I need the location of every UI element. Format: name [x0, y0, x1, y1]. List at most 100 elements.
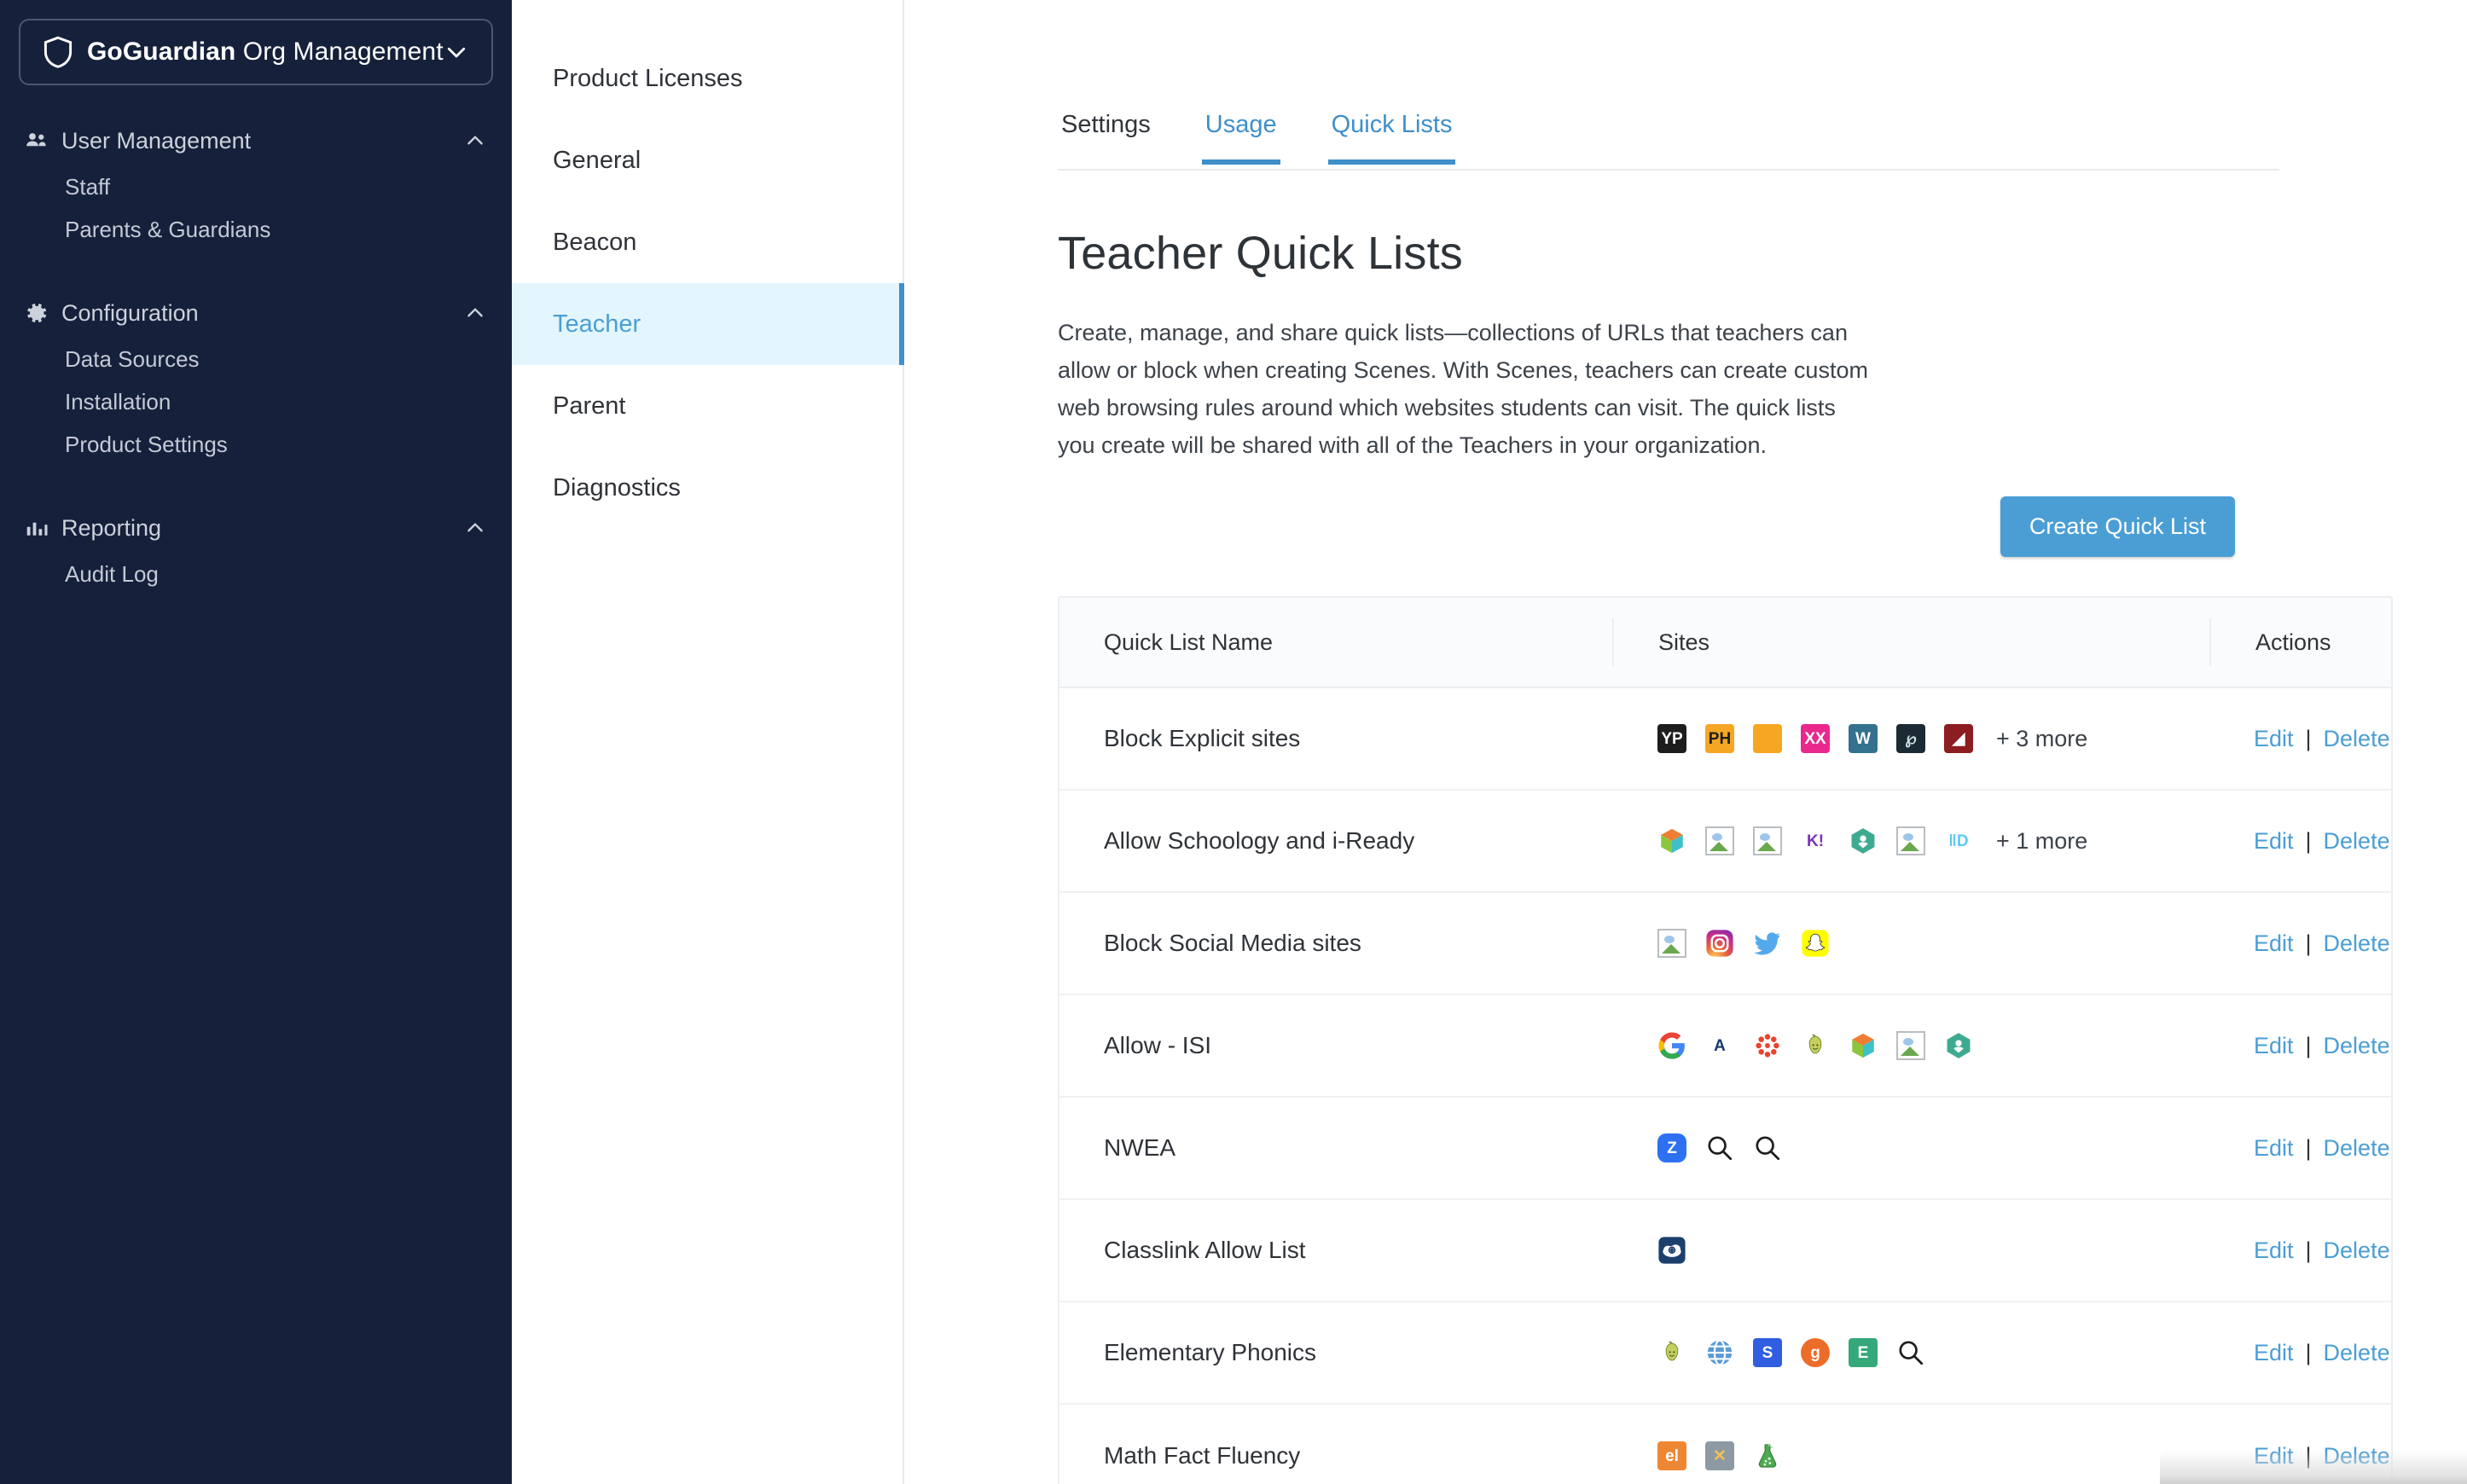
- sidebar-item-audit-log[interactable]: Audit Log: [0, 553, 512, 595]
- table-row: Block Explicit sites YP PH XX W ℘ ◢ + 3 more Edi…: [1059, 688, 2391, 791]
- sites-cell: [1612, 892, 2209, 994]
- quick-list-name-cell: Block Social Media sites: [1104, 930, 1361, 956]
- sidebar-item-installation[interactable]: Installation: [0, 380, 512, 423]
- subnav-item-product-licenses[interactable]: Product Licenses: [512, 38, 903, 119]
- sidebar-group-spacer: [0, 263, 512, 288]
- action-separator: |: [2305, 1237, 2312, 1263]
- chevron-up-icon[interactable]: [464, 130, 486, 152]
- chevron-up-icon[interactable]: [464, 517, 486, 539]
- sidebar-item-parents-guardians[interactable]: Parents & Guardians: [0, 208, 512, 251]
- pearson-icon: ‖D: [1943, 826, 1974, 856]
- quick-list-name-cell: Allow Schoology and i-Ready: [1104, 827, 1415, 854]
- subnav-item-teacher[interactable]: Teacher: [512, 283, 904, 365]
- edit-link[interactable]: Edit: [2254, 1340, 2294, 1366]
- magnifier-icon: [1895, 1337, 1926, 1368]
- cartoon-face-icon: [1752, 723, 1783, 754]
- tab-quick-lists[interactable]: Quick Lists: [1327, 104, 1456, 165]
- subnav-item-beacon[interactable]: Beacon: [512, 201, 903, 283]
- create-quick-list-button[interactable]: Create Quick List: [2000, 496, 2235, 557]
- table-header-row: Quick List Name Sites Actions: [1059, 598, 2391, 688]
- delete-link[interactable]: Delete: [2324, 1033, 2390, 1059]
- floating-help-widget[interactable]: [2160, 1450, 2467, 1484]
- table-row: Elementary Phonics Sg E Edit | Delete: [1059, 1302, 2391, 1405]
- edit-link[interactable]: Edit: [2254, 1135, 2294, 1162]
- tab-usage[interactable]: Usage: [1201, 104, 1280, 165]
- edit-link[interactable]: Edit: [2254, 1238, 2294, 1264]
- delete-link[interactable]: Delete: [2324, 930, 2390, 957]
- table-body: Block Explicit sites YP PH XX W ℘ ◢ + 3 more Edi…: [1059, 688, 2391, 1484]
- main-content: Settings Usage Quick Lists Teacher Quick L…: [904, 0, 2467, 1484]
- pornhub-icon: PH: [1704, 723, 1735, 754]
- sidebar-group-label: Configuration: [61, 299, 199, 326]
- sidebar-nav: User Management Staff Parents & Guardians C…: [0, 116, 512, 595]
- edit-link[interactable]: Edit: [2254, 1033, 2294, 1059]
- sites-cell: YP PH XX W ℘ ◢ + 3 more: [1612, 687, 2209, 790]
- xxx-icon: XX: [1800, 723, 1831, 754]
- delete-link[interactable]: Delete: [2324, 828, 2390, 855]
- cube-icon: [1848, 1030, 1878, 1061]
- page-description: Create, manage, and share quick lists—co…: [1058, 320, 1868, 458]
- delete-link[interactable]: Delete: [2324, 1238, 2390, 1264]
- sites-cell: K! ‖D + 1 more: [1612, 790, 2209, 892]
- magnifier-icon: [1704, 1133, 1735, 1163]
- broken-image-icon: [1657, 928, 1687, 959]
- sidebar-group-header-user-management[interactable]: User Management: [0, 116, 512, 165]
- kahoot-icon: K!: [1800, 826, 1831, 856]
- xtramath-icon: ✕: [1704, 1441, 1735, 1471]
- broken-image-icon: [1895, 1030, 1926, 1061]
- script-logo-icon: ℘: [1895, 723, 1926, 754]
- sites-cell: SgE: [1612, 1301, 2209, 1404]
- table-row: Allow Schoology and i-Ready K! ‖D + 1 more E…: [1059, 791, 2391, 893]
- sidebar-group-header-configuration[interactable]: Configuration: [0, 288, 512, 338]
- action-separator: |: [2305, 827, 2312, 854]
- column-header-sites: Sites: [1612, 618, 2209, 666]
- tab-settings[interactable]: Settings: [1058, 104, 1154, 165]
- quick-lists-table: Quick List Name Sites Actions Block Expl…: [1058, 596, 2393, 1484]
- delete-link[interactable]: Delete: [2324, 726, 2390, 752]
- table-row: NWEA Z Edit | Delete: [1059, 1098, 2391, 1200]
- org-switcher[interactable]: GoGuardian Org Management: [19, 19, 493, 85]
- edit-link[interactable]: Edit: [2254, 930, 2294, 957]
- actions-cell: Edit | Delete: [2209, 1199, 2391, 1301]
- chevron-up-icon[interactable]: [464, 302, 486, 324]
- edit-link[interactable]: Edit: [2254, 726, 2294, 752]
- bar-chart-icon: [24, 515, 49, 541]
- quick-list-name-cell: Classlink Allow List: [1104, 1237, 1306, 1263]
- shield-icon: [43, 36, 73, 68]
- edit-link[interactable]: Edit: [2254, 828, 2294, 855]
- subnav-item-general[interactable]: General: [512, 119, 903, 201]
- create-button-row: Create Quick List: [1058, 496, 2279, 557]
- delete-link[interactable]: Delete: [2324, 1340, 2390, 1366]
- sites-cell: A: [1612, 994, 2209, 1097]
- actions-cell: Edit | Delete: [2209, 1301, 2391, 1404]
- sidebar-item-staff[interactable]: Staff: [0, 165, 512, 208]
- tab-bar: Settings Usage Quick Lists: [1058, 102, 2279, 171]
- quick-list-name-cell: Elementary Phonics: [1104, 1339, 1317, 1365]
- iready-icon: [1848, 826, 1878, 856]
- app-root: GoGuardian Org Management User Managemen…: [0, 0, 2467, 1484]
- sidebar-item-product-settings[interactable]: Product Settings: [0, 423, 512, 466]
- starfall-icon: S: [1752, 1337, 1783, 1368]
- primary-sidebar: GoGuardian Org Management User Managemen…: [0, 0, 512, 1484]
- sites-cell: Z: [1612, 1097, 2209, 1199]
- delete-link[interactable]: Delete: [2324, 1135, 2390, 1162]
- quick-list-name-cell: Math Fact Fluency: [1104, 1442, 1301, 1469]
- action-separator: |: [2305, 725, 2312, 751]
- quick-list-name-cell: NWEA: [1104, 1134, 1175, 1161]
- sidebar-group-header-reporting[interactable]: Reporting: [0, 503, 512, 553]
- sidebar-group-user-management: User Management Staff Parents & Guardians: [0, 116, 512, 251]
- secondary-nav: Product Licenses General Beacon Teacher Pare…: [512, 0, 904, 1484]
- snapchat-icon: [1800, 928, 1831, 959]
- action-separator: |: [2305, 1032, 2312, 1058]
- sites-cell: el ✕: [1612, 1405, 2209, 1484]
- table-row: Allow - ISI A Edit | Delete: [1059, 995, 2391, 1098]
- wordpress-icon: W: [1848, 723, 1878, 754]
- broken-image-icon: [1895, 826, 1926, 856]
- magnifier-icon: [1752, 1133, 1783, 1163]
- subnav-item-parent[interactable]: Parent: [512, 365, 903, 447]
- subnav-item-diagnostics[interactable]: Diagnostics: [512, 447, 903, 529]
- broken-image-icon: [1704, 826, 1735, 856]
- brand-name: GoGuardian: [87, 38, 236, 66]
- sidebar-item-data-sources[interactable]: Data Sources: [0, 338, 512, 380]
- table-row: Block Social Media sites Edit | Delete: [1059, 893, 2391, 995]
